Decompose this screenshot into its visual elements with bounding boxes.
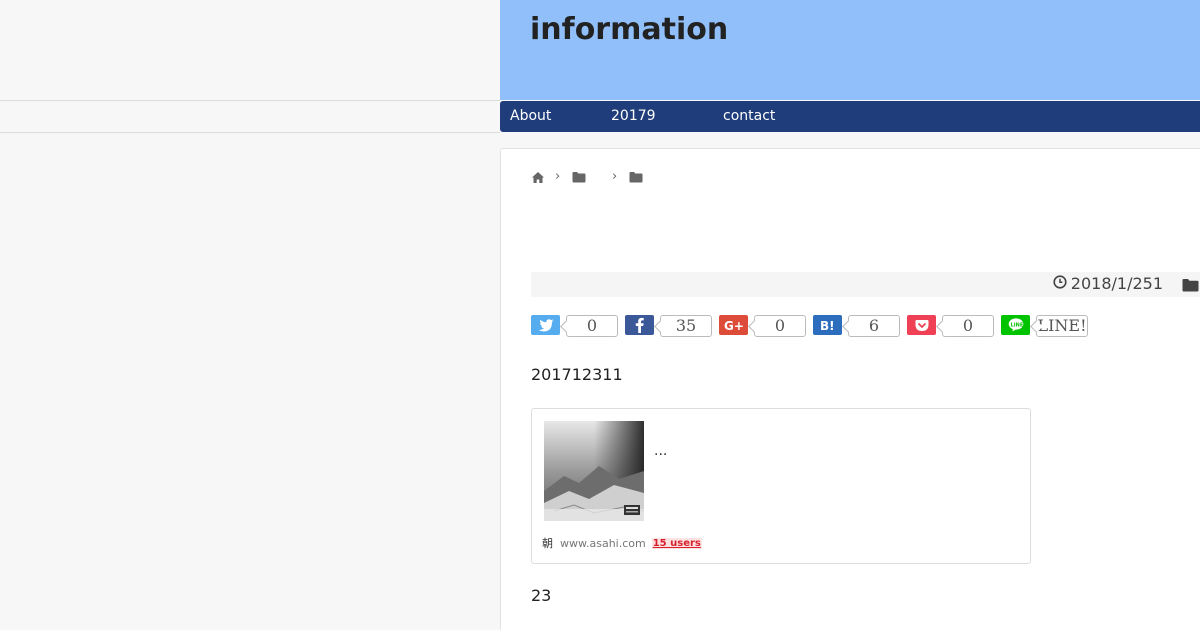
hatena-users-badge[interactable]: 15 users [651,538,702,549]
left-divider [0,132,500,133]
main-content: › › 2018/1/251 0 35 G+ 0 B! 6 0 LINE LIN… [500,148,1200,630]
share-count: 6 [848,315,900,337]
share-count: 0 [754,315,806,337]
post-date-text: 2018/1/251 [1070,274,1163,293]
clock-icon [1053,274,1067,293]
folder-icon[interactable] [1182,277,1199,296]
google-plus-icon[interactable]: G+ [719,315,748,335]
nav-item-about[interactable]: About [510,108,551,124]
post-meta: 2018/1/251 [531,272,1200,297]
card-footer: 朝 www.asahi.com 15 users [542,537,702,550]
folder-icon[interactable] [572,171,586,185]
home-icon[interactable] [531,171,545,185]
share-count: 35 [660,315,712,337]
nav-item-contact[interactable]: contact [723,108,775,124]
post-date: 2018/1/251 [1053,274,1163,293]
site-header: information [500,0,1200,100]
site-favicon: 朝 [542,536,553,550]
left-divider [0,100,500,101]
twitter-icon[interactable] [531,315,560,335]
post-paragraph: 23 [531,586,552,605]
hatena-bookmark-icon[interactable]: B! [813,315,842,335]
svg-text:G+: G+ [724,319,744,331]
facebook-icon[interactable] [625,315,654,335]
embed-card[interactable]: ... 朝 www.asahi.com 15 users [531,408,1031,564]
card-domain-link[interactable]: www.asahi.com [560,537,646,550]
breadcrumb-separator: › [612,169,618,184]
nav-item-20179[interactable]: 20179 [611,108,656,124]
folder-icon[interactable] [629,171,643,185]
left-panel [0,0,500,630]
share-count: 0 [942,315,994,337]
pocket-icon[interactable] [907,315,936,335]
share-count: LINE! [1036,315,1088,337]
card-thumbnail[interactable] [544,421,644,521]
svg-text:B!: B! [820,319,835,331]
card-excerpt: ... [654,443,668,459]
line-icon[interactable]: LINE [1001,315,1030,335]
svg-text:LINE: LINE [1010,322,1023,328]
site-title[interactable]: information [530,12,728,47]
share-count: 0 [566,315,618,337]
global-nav: About 20179 contact [500,101,1200,132]
post-paragraph: 201712311 [531,365,623,384]
breadcrumb-separator: › [555,169,561,184]
